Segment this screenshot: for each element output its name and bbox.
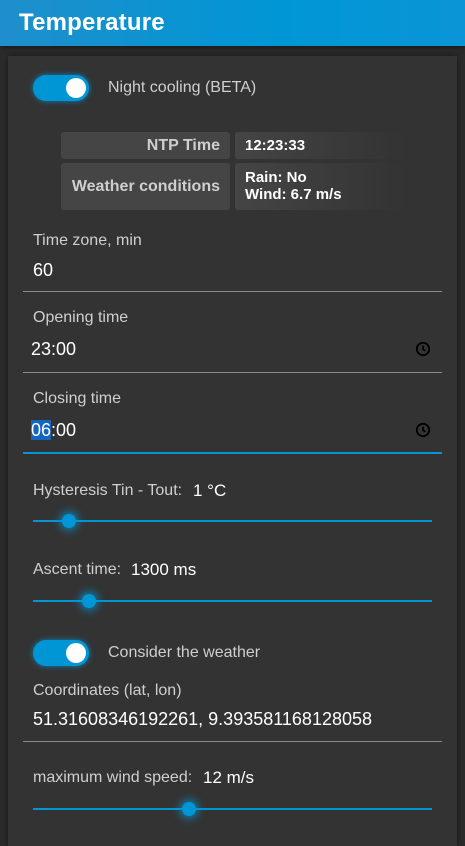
ascent-time-slider-thumb[interactable] — [81, 594, 96, 608]
closing-time-label: Closing time — [33, 390, 122, 407]
night-cooling-toggle[interactable] — [33, 75, 89, 101]
consider-weather-label: Consider the weather — [108, 644, 261, 661]
ntp-time-value: 12:23:33 — [235, 132, 405, 159]
clock-icon[interactable] — [415, 422, 431, 438]
toggle-knob — [66, 78, 86, 98]
coordinates-underline — [23, 741, 442, 742]
closing-time-input[interactable]: 06:00 — [31, 420, 76, 441]
hysteresis-slider-thumb[interactable] — [61, 514, 76, 528]
wind-speed-slider[interactable] — [33, 808, 432, 810]
wind-speed-label: maximum wind speed: — [33, 769, 193, 786]
weather-conditions-label: Weather conditions — [61, 163, 230, 210]
opening-time-label: Opening time — [33, 309, 129, 326]
closing-hours-selection: 06 — [31, 420, 52, 440]
toggle-knob — [66, 643, 86, 663]
hysteresis-label: Hysteresis Tin - Tout: — [33, 482, 183, 499]
weather-wind: Wind: 6.7 m/s — [245, 186, 342, 203]
timezone-label: Time zone, min — [33, 232, 142, 249]
opening-time-underline — [23, 372, 442, 373]
wind-speed-slider-thumb[interactable] — [181, 802, 196, 816]
app-header: Temperature — [0, 0, 465, 46]
coordinates-label: Coordinates (lat, lon) — [33, 682, 182, 699]
closing-time-underline — [23, 452, 442, 454]
consider-weather-toggle[interactable] — [33, 640, 89, 666]
hysteresis-value: 1 °C — [193, 481, 227, 500]
clock-icon[interactable] — [415, 341, 431, 357]
ascent-time-label: Ascent time: — [33, 561, 122, 578]
opening-time-input[interactable]: 23:00 — [31, 339, 76, 360]
hysteresis-slider[interactable] — [33, 520, 432, 522]
closing-minutes: :00 — [51, 420, 77, 440]
coordinates-input[interactable]: 51.31608346192261, 9.393581168128058 — [33, 709, 372, 730]
night-cooling-label: Night cooling (BETA) — [108, 79, 257, 96]
ntp-time-label: NTP Time — [61, 132, 230, 159]
weather-rain: Rain: No — [245, 169, 307, 186]
weather-conditions-value: Rain: No Wind: 6.7 m/s — [235, 163, 405, 210]
ascent-time-value: 1300 ms — [131, 560, 197, 579]
wind-speed-value: 12 m/s — [203, 768, 255, 787]
timezone-underline — [23, 291, 442, 292]
page-title: Temperature — [19, 9, 165, 36]
timezone-input[interactable]: 60 — [33, 260, 53, 281]
